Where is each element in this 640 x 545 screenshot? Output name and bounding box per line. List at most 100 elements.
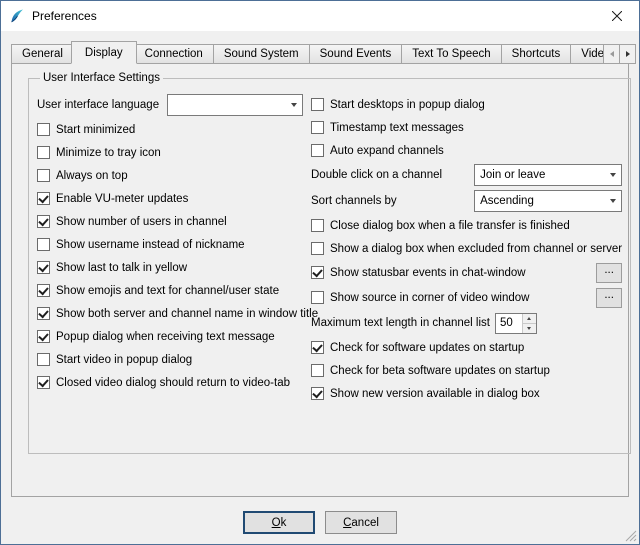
language-row: User interface language xyxy=(37,92,303,118)
checkbox[interactable] xyxy=(311,364,324,377)
checkbox[interactable] xyxy=(311,121,324,134)
checkbox[interactable] xyxy=(37,215,50,228)
ok-button[interactable]: Ok xyxy=(243,511,315,534)
checkbox-label: Show new version available in dialog box xyxy=(330,388,540,400)
max-text-length-spinner[interactable]: 50 xyxy=(495,313,537,334)
double-click-row: Double click on a channel Join or leave xyxy=(311,162,622,188)
check-row-show-a-dialog-box-when-excluded-from-channel-or-server[interactable]: Show a dialog box when excluded from cha… xyxy=(311,237,622,260)
checkbox[interactable] xyxy=(37,192,50,205)
checkbox[interactable] xyxy=(311,387,324,400)
statusbar-events-row[interactable]: Show statusbar events in chat-window ... xyxy=(311,260,622,285)
tab-connection[interactable]: Connection xyxy=(134,44,214,64)
check-row-timestamp-text-messages[interactable]: Timestamp text messages xyxy=(311,116,622,139)
cancel-button[interactable]: Cancel xyxy=(325,511,397,534)
check-row-show-both-server-and-channel-name-in-window-title[interactable]: Show both server and channel name in win… xyxy=(37,302,303,325)
check-row-closed-video-dialog-should-return-to-video-tab[interactable]: Closed video dialog should return to vid… xyxy=(37,371,303,394)
double-click-label: Double click on a channel xyxy=(311,169,442,181)
check-row-auto-expand-channels[interactable]: Auto expand channels xyxy=(311,139,622,162)
preferences-window: Preferences GeneralDisplayConnectionSoun… xyxy=(0,0,640,545)
checkbox[interactable] xyxy=(37,376,50,389)
checkbox[interactable] xyxy=(37,261,50,274)
spin-up-icon xyxy=(527,317,531,320)
checkbox-label: Auto expand channels xyxy=(330,145,444,157)
close-button[interactable] xyxy=(594,1,639,31)
checkbox[interactable] xyxy=(37,330,50,343)
checkbox-label: Closed video dialog should return to vid… xyxy=(56,377,290,389)
checkbox[interactable] xyxy=(37,307,50,320)
tab-scroll-right-button[interactable] xyxy=(619,44,636,64)
tab-display[interactable]: Display xyxy=(71,41,137,64)
checkbox[interactable] xyxy=(311,98,324,111)
check-row-check-for-beta-software-updates-on-startup[interactable]: Check for beta software updates on start… xyxy=(311,359,622,382)
left-column: User interface language Start minimized M… xyxy=(37,92,303,405)
checkbox[interactable] xyxy=(37,238,50,251)
tab-page-display: User Interface Settings User interface l… xyxy=(11,63,629,497)
checkbox-label: Show a dialog box when excluded from cha… xyxy=(330,243,622,255)
checkbox[interactable] xyxy=(37,353,50,366)
tab-text-to-speech[interactable]: Text To Speech xyxy=(401,44,501,64)
app-icon xyxy=(9,8,25,24)
check-row-start-minimized[interactable]: Start minimized xyxy=(37,118,303,141)
check-row-show-username-instead-of-nickname[interactable]: Show username instead of nickname xyxy=(37,233,303,256)
statusbar-events-more-button[interactable]: ... xyxy=(596,263,622,283)
checkbox[interactable] xyxy=(37,123,50,136)
checkbox-label: Show last to talk in yellow xyxy=(56,262,187,274)
tab-scroll-left-button[interactable] xyxy=(603,44,620,64)
checkbox-label: Timestamp text messages xyxy=(330,122,464,134)
sort-channels-label: Sort channels by xyxy=(311,195,397,207)
sort-channels-row: Sort channels by Ascending xyxy=(311,188,622,214)
close-icon xyxy=(612,11,622,21)
tab-general[interactable]: General xyxy=(11,44,74,64)
checkbox-label: Show statusbar events in chat-window xyxy=(330,267,526,279)
checkbox-label: Show username instead of nickname xyxy=(56,239,245,251)
video-source-checkbox[interactable] xyxy=(311,291,324,304)
resize-grip[interactable] xyxy=(624,529,637,542)
language-label: User interface language xyxy=(37,99,159,111)
checkbox-label: Enable VU-meter updates xyxy=(56,193,188,205)
checkbox-label: Check for software updates on startup xyxy=(330,342,524,354)
check-row-start-desktops-in-popup-dialog[interactable]: Start desktops in popup dialog xyxy=(311,93,622,116)
checkbox[interactable] xyxy=(311,341,324,354)
tab-bar: GeneralDisplayConnectionSound SystemSoun… xyxy=(11,41,639,64)
checkbox[interactable] xyxy=(311,219,324,232)
check-row-start-video-in-popup-dialog[interactable]: Start video in popup dialog xyxy=(37,348,303,371)
check-row-show-new-version-available-in-dialog-box[interactable]: Show new version available in dialog box xyxy=(311,382,622,405)
video-source-more-button[interactable]: ... xyxy=(596,288,622,308)
check-row-popup-dialog-when-receiving-text-message[interactable]: Popup dialog when receiving text message xyxy=(37,325,303,348)
checkbox-label: Close dialog box when a file transfer is… xyxy=(330,220,570,232)
checkbox[interactable] xyxy=(37,146,50,159)
spinner-buttons xyxy=(522,314,536,333)
check-row-show-emojis-and-text-for-channel-user-state[interactable]: Show emojis and text for channel/user st… xyxy=(37,279,303,302)
statusbar-events-checkbox[interactable] xyxy=(311,266,324,279)
checkbox[interactable] xyxy=(37,169,50,182)
tab-sound-events[interactable]: Sound Events xyxy=(309,44,403,64)
checkbox-label: Show number of users in channel xyxy=(56,216,227,228)
tab-sound-system[interactable]: Sound System xyxy=(213,44,310,64)
check-row-show-last-to-talk-in-yellow[interactable]: Show last to talk in yellow xyxy=(37,256,303,279)
check-row-check-for-software-updates-on-startup[interactable]: Check for software updates on startup xyxy=(311,336,622,359)
tab-scroll-right-icon xyxy=(626,51,630,57)
check-row-show-number-of-users-in-channel[interactable]: Show number of users in channel xyxy=(37,210,303,233)
checkbox[interactable] xyxy=(311,144,324,157)
spin-down-button[interactable] xyxy=(523,324,536,333)
user-interface-settings-group: User Interface Settings User interface l… xyxy=(28,72,631,454)
checkbox-label: Start minimized xyxy=(56,124,135,136)
language-combobox[interactable] xyxy=(167,94,303,116)
spin-up-button[interactable] xyxy=(523,314,536,324)
checkbox[interactable] xyxy=(311,242,324,255)
check-row-close-dialog-box-when-a-file-transfer-is-finished[interactable]: Close dialog box when a file transfer is… xyxy=(311,214,622,237)
combo-value: Join or leave xyxy=(480,169,604,181)
video-source-row[interactable]: Show source in corner of video window ..… xyxy=(311,285,622,310)
checkbox-label: Check for beta software updates on start… xyxy=(330,365,550,377)
checkbox[interactable] xyxy=(37,284,50,297)
sort-channels-combobox[interactable]: Ascending xyxy=(474,190,622,212)
checkbox-label: Always on top xyxy=(56,170,128,182)
double-click-combobox[interactable]: Join or leave xyxy=(474,164,622,186)
check-row-always-on-top[interactable]: Always on top xyxy=(37,164,303,187)
check-row-enable-vu-meter-updates[interactable]: Enable VU-meter updates xyxy=(37,187,303,210)
max-text-length-row: Maximum text length in channel list 50 xyxy=(311,310,622,336)
tab-shortcuts[interactable]: Shortcuts xyxy=(501,44,572,64)
tab-scroll-left-icon xyxy=(610,51,614,57)
check-row-minimize-to-tray-icon[interactable]: Minimize to tray icon xyxy=(37,141,303,164)
checkbox-label: Popup dialog when receiving text message xyxy=(56,331,275,343)
